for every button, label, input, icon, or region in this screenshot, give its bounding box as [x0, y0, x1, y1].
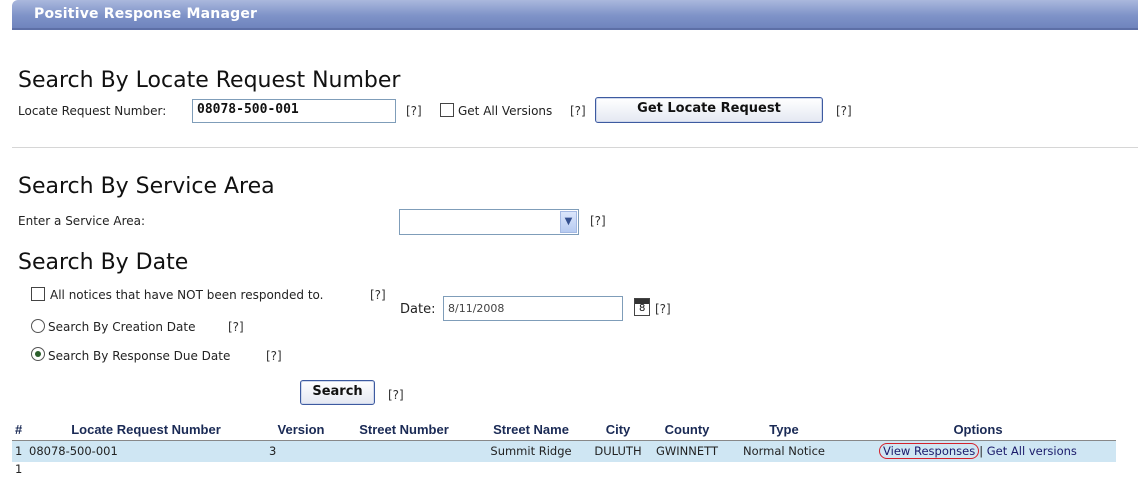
column-header-county: County	[646, 419, 728, 441]
get-all-versions-link[interactable]: Get All versions	[987, 444, 1077, 458]
date-input[interactable]: 8/11/2008	[443, 296, 623, 321]
get-all-versions-checkbox[interactable]	[440, 103, 454, 117]
cell-street-number	[336, 440, 472, 462]
service-area-label: Enter a Service Area:	[18, 214, 146, 228]
radio-creation-date[interactable]	[31, 319, 45, 333]
radio-response-due-date-label: Search By Response Due Date	[48, 349, 231, 363]
column-header-locate-request-number: Locate Request Number	[26, 419, 266, 441]
column-header-number: #	[12, 419, 26, 441]
cell-options: View Responses | Get All versions	[840, 440, 1116, 462]
help-link-get-locate[interactable]: [?]	[836, 104, 852, 118]
cell-street-name: Summit Ridge	[472, 440, 590, 462]
column-header-version: Version	[266, 419, 336, 441]
service-area-heading: Search By Service Area	[18, 174, 275, 199]
help-link-search[interactable]: [?]	[388, 388, 404, 402]
service-area-select[interactable]: ▼	[399, 209, 579, 235]
help-link-creation-date[interactable]: [?]	[228, 320, 244, 334]
date-search-heading: Search By Date	[18, 250, 189, 275]
locate-search-heading: Search By Locate Request Number	[18, 68, 401, 93]
results-header-row: # Locate Request Number Version Street N…	[12, 419, 1116, 441]
app-title: Positive Response Manager	[34, 6, 258, 22]
results-table: # Locate Request Number Version Street N…	[12, 419, 1116, 478]
cell-version: 3	[266, 440, 336, 462]
radio-response-due-date[interactable]	[31, 347, 45, 361]
column-header-city: City	[590, 419, 646, 441]
table-row[interactable]: 1 08078-500-001 3 Summit Ridge DULUTH GW…	[12, 440, 1116, 462]
cell-locate-request-number: 08078-500-001	[26, 440, 266, 462]
help-link-not-responded[interactable]: [?]	[370, 288, 386, 302]
date-label: Date:	[400, 302, 436, 317]
not-responded-label: All notices that have NOT been responded…	[50, 288, 324, 302]
help-link-service-area[interactable]: [?]	[590, 214, 606, 228]
view-responses-link[interactable]: View Responses	[879, 443, 980, 460]
cell-type: Normal Notice	[728, 440, 840, 462]
section-divider	[12, 147, 1138, 148]
help-link-date[interactable]: [?]	[655, 302, 671, 316]
options-separator: |	[979, 444, 984, 459]
cell-city: DULUTH	[590, 440, 646, 462]
app-title-bar: Positive Response Manager	[12, 0, 1138, 30]
locate-request-number-input[interactable]: 08078-500-001	[192, 99, 396, 123]
radio-creation-date-label: Search By Creation Date	[48, 320, 196, 334]
chevron-down-icon[interactable]: ▼	[560, 211, 577, 233]
help-link-all-versions[interactable]: [?]	[570, 104, 586, 118]
search-button[interactable]: Search	[300, 380, 375, 405]
get-locate-request-button[interactable]: Get Locate Request	[595, 97, 823, 123]
get-all-versions-label: Get All Versions	[458, 104, 553, 118]
calendar-icon[interactable]	[634, 298, 650, 316]
column-header-options: Options	[840, 419, 1116, 441]
help-link-locate[interactable]: [?]	[406, 104, 422, 118]
column-header-type: Type	[728, 419, 840, 441]
locate-request-number-label: Locate Request Number:	[18, 104, 167, 118]
not-responded-checkbox[interactable]	[31, 287, 45, 301]
pager-page-number[interactable]: 1	[12, 462, 1116, 478]
cell-number: 1	[12, 440, 26, 462]
help-link-response-due[interactable]: [?]	[266, 349, 282, 363]
cell-county: GWINNETT	[646, 440, 728, 462]
column-header-street-name: Street Name	[472, 419, 590, 441]
table-footer-row: 1	[12, 462, 1116, 478]
column-header-street-number: Street Number	[336, 419, 472, 441]
